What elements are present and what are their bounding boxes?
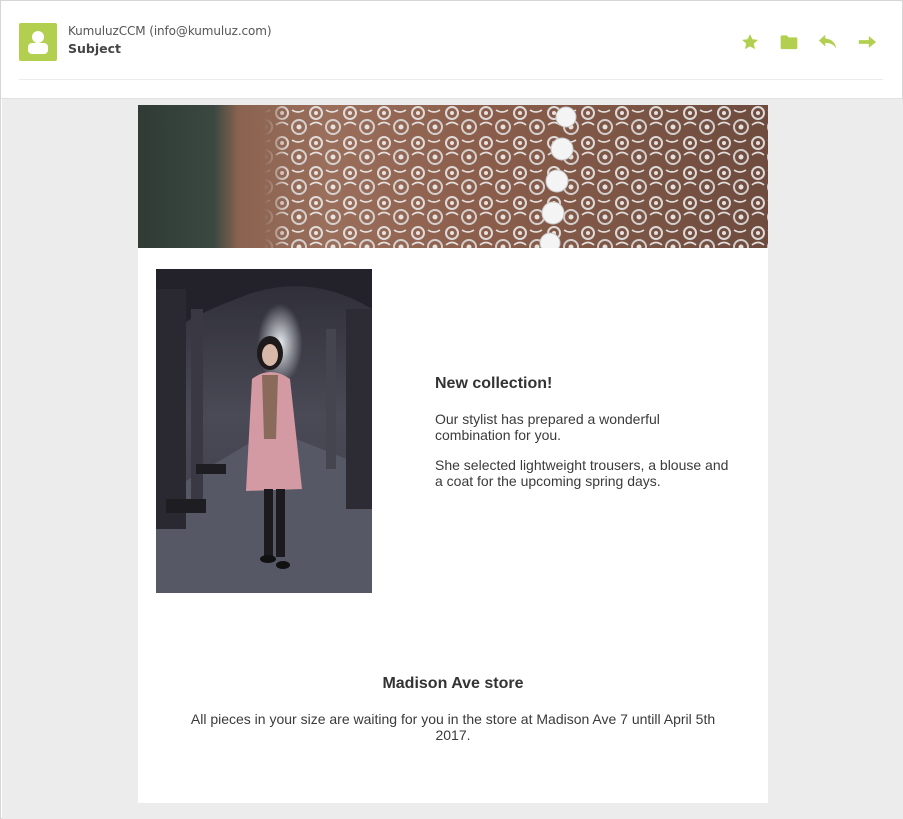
store-title: Madison Ave store bbox=[382, 675, 524, 692]
sender: KumuluzCCM (info@kumuluz.com) bbox=[68, 24, 272, 38]
collection-paragraph: Our stylist has prepared a wonderful com… bbox=[435, 411, 660, 443]
collection-section: New collection! Our stylist has prepared… bbox=[435, 375, 735, 503]
lace-pattern bbox=[138, 105, 768, 248]
folder-icon bbox=[780, 35, 798, 50]
email-viewer: KumuluzCCM (info@kumuluz.com) Subject Ne… bbox=[0, 0, 903, 819]
fashion-photo bbox=[156, 269, 372, 593]
email-header: KumuluzCCM (info@kumuluz.com) Subject bbox=[1, 1, 902, 99]
collection-paragraph: She selected lightweight trousers, a blo… bbox=[435, 457, 729, 489]
hero-lace-image bbox=[138, 105, 768, 248]
move-to-folder-button[interactable] bbox=[778, 31, 800, 53]
user-icon bbox=[28, 31, 48, 54]
forward-icon bbox=[858, 36, 877, 48]
reply-icon bbox=[818, 34, 837, 49]
avatar bbox=[19, 23, 57, 61]
forward-button[interactable] bbox=[856, 31, 878, 53]
subject: Subject bbox=[68, 41, 121, 56]
reply-button[interactable] bbox=[817, 31, 839, 53]
arcade-woman-image bbox=[156, 269, 372, 593]
store-section: Madison Ave store All pieces in your siz… bbox=[178, 675, 728, 743]
store-text: All pieces in your size are waiting for … bbox=[190, 711, 716, 743]
header-divider bbox=[19, 79, 883, 80]
collection-title: New collection! bbox=[435, 375, 553, 392]
star-button[interactable] bbox=[739, 31, 761, 53]
star-icon bbox=[742, 34, 758, 50]
email-content: New collection! Our stylist has prepared… bbox=[138, 105, 768, 803]
